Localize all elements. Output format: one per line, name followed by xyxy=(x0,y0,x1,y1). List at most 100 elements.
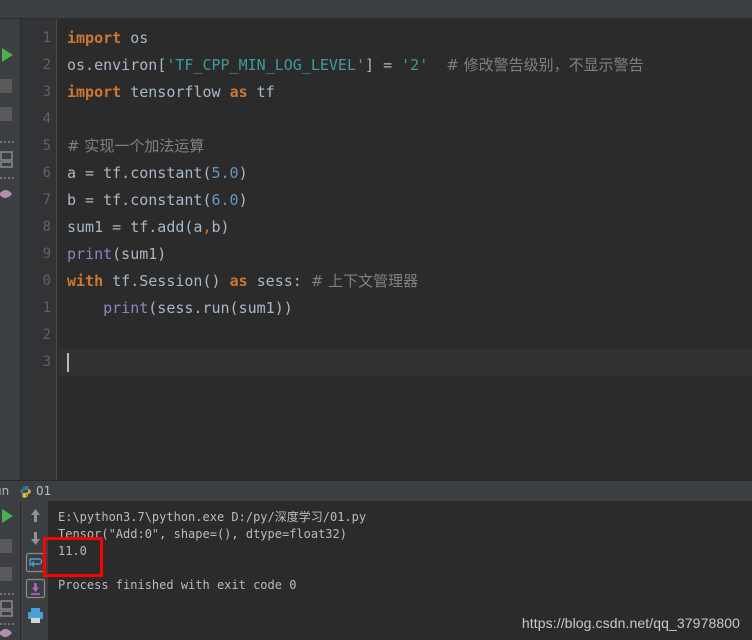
code-line-text: b = tf.constant(6.0) xyxy=(58,191,248,209)
line-number: 2 xyxy=(42,327,51,343)
code-token: (sum1) xyxy=(112,245,167,263)
code-token: import xyxy=(67,83,122,101)
code-line[interactable]: with tf.Session() as sess: # 上下文管理器 xyxy=(58,268,752,295)
code-line-text: print(sess.run(sum1)) xyxy=(58,299,293,317)
code-token: 'TF_CPP_MIN_LOG_LEVEL' xyxy=(166,56,366,74)
code-line[interactable] xyxy=(58,106,752,133)
code-token: (sess.run(sum1)) xyxy=(148,299,293,317)
code-token: tf xyxy=(247,83,275,101)
line-number: 4 xyxy=(42,111,51,127)
code-content[interactable]: import os os.environ['TF_CPP_MIN_LOG_LEVE… xyxy=(58,19,752,480)
code-token: print xyxy=(67,245,113,263)
code-line-text: a = tf.constant(5.0) xyxy=(58,164,248,182)
code-token: tf.Session() xyxy=(103,272,230,290)
watermark-url: https://blog.csdn.net/qq_37978800 xyxy=(521,615,740,631)
console-output-line: E:\python3.7\python.exe D:/py/深度学习/01.py xyxy=(58,510,367,524)
line-number: 2 xyxy=(42,57,51,73)
console-left-icons xyxy=(0,509,14,637)
code-line[interactable] xyxy=(58,322,752,349)
code-token: ) xyxy=(238,191,248,209)
code-line[interactable]: os.environ['TF_CPP_MIN_LOG_LEVEL'] = '2'… xyxy=(58,52,752,79)
code-token: os xyxy=(130,29,149,47)
code-token: ) xyxy=(238,164,248,182)
line-number-gutter: 1 2 3 4 5 6 7 8 9 0 1 2 3 xyxy=(21,19,57,480)
soft-wrap-icon[interactable] xyxy=(25,552,46,573)
ide-window: 1234567890123 import os os.environ['TF_CP… xyxy=(0,0,752,640)
code-token: [ xyxy=(157,56,167,74)
code-token: ] = xyxy=(365,56,402,74)
code-token: , xyxy=(202,218,212,236)
line-number: 7 xyxy=(42,192,51,208)
code-line-text: os.environ['TF_CPP_MIN_LOG_LEVEL'] = '2'… xyxy=(58,56,644,74)
code-token: import xyxy=(67,29,122,47)
code-token: os.environ xyxy=(67,56,158,74)
code-line[interactable]: import tensorflow as tf xyxy=(58,79,752,106)
code-line-text: print(sum1) xyxy=(58,245,166,263)
line-number: 8 xyxy=(42,219,51,235)
code-line-text: import tensorflow as tf xyxy=(58,83,275,101)
up-arrow-icon[interactable] xyxy=(25,505,46,526)
line-number: 9 xyxy=(42,246,51,262)
code-line[interactable]: b = tf.constant(6.0) xyxy=(58,187,752,214)
code-line-text: # 实现一个加法运算 xyxy=(58,137,204,155)
scroll-to-end-icon[interactable] xyxy=(25,578,46,599)
code-token: as xyxy=(229,272,248,290)
left-strip-icons xyxy=(0,48,14,198)
code-line[interactable]: sum1 = tf.add(a,b) xyxy=(58,214,752,241)
code-token: ( xyxy=(202,191,212,209)
run-tab-label: un xyxy=(0,484,10,498)
console-output-line: Tensor("Add:0", shape=(), dtype=float32) xyxy=(58,527,347,541)
top-toolbar xyxy=(0,0,752,19)
code-token: tensorflow xyxy=(121,83,230,101)
console-toolbar[interactable] xyxy=(21,501,49,640)
code-token: # 上下文管理器 xyxy=(310,272,419,290)
text-caret xyxy=(67,353,69,372)
code-token: sess: xyxy=(247,272,311,290)
left-tool-strip[interactable] xyxy=(0,19,21,480)
run-session-name: 01 xyxy=(36,484,52,498)
python-icon xyxy=(20,485,31,498)
line-number: 1 xyxy=(42,30,51,46)
down-arrow-icon[interactable] xyxy=(25,528,46,549)
code-line[interactable] xyxy=(58,349,752,376)
code-line[interactable]: import os xyxy=(58,25,752,52)
code-line[interactable]: a = tf.constant(5.0) xyxy=(58,160,752,187)
console-output-line: 11.0 xyxy=(58,544,87,558)
code-line-text: with tf.Session() as sess: # 上下文管理器 xyxy=(58,272,418,290)
code-token: (a xyxy=(184,218,203,236)
code-token: b) xyxy=(211,218,230,236)
code-token: a = tf.constant xyxy=(67,164,203,182)
code-token: sum1 = tf.add xyxy=(67,218,185,236)
run-tab-bar[interactable]: un 01 xyxy=(0,480,752,501)
code-line-text: sum1 = tf.add(a,b) xyxy=(58,218,230,236)
code-token: 6.0 xyxy=(211,191,239,209)
line-number: 3 xyxy=(42,84,51,100)
code-token: ( xyxy=(202,164,212,182)
code-token: as xyxy=(229,83,248,101)
line-number: 5 xyxy=(42,138,51,154)
code-token: '2' xyxy=(401,56,429,74)
code-token: with xyxy=(67,272,104,290)
code-line[interactable]: print(sess.run(sum1)) xyxy=(58,295,752,322)
code-line-text: import os xyxy=(58,29,148,47)
print-icon[interactable] xyxy=(25,605,46,626)
line-number: 3 xyxy=(42,354,51,370)
code-token: b = tf.constant xyxy=(67,191,203,209)
console-output-line: Process finished with exit code 0 xyxy=(58,578,297,592)
line-number: 6 xyxy=(42,165,51,181)
code-line[interactable]: print(sum1) xyxy=(58,241,752,268)
line-number: 1 xyxy=(42,300,51,316)
code-token: # 实现一个加法运算 xyxy=(67,137,205,155)
code-editor[interactable]: 1 2 3 4 5 6 7 8 9 0 1 2 3 import os os.environ['TF_CP… xyxy=(21,19,752,480)
code-token: # 修改警告级别，不显示警告 xyxy=(446,56,644,74)
line-number: 0 xyxy=(42,273,51,289)
console-left-strip[interactable] xyxy=(0,501,21,640)
code-token: 5.0 xyxy=(211,164,239,182)
code-line[interactable]: # 实现一个加法运算 xyxy=(58,133,752,160)
